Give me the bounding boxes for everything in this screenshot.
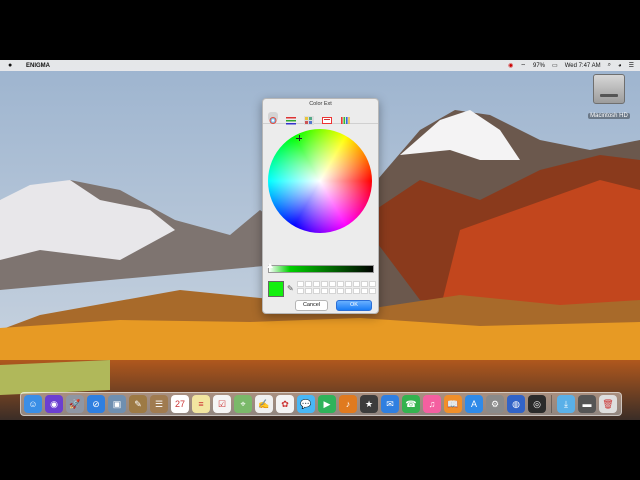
app-store-icon[interactable]: A: [465, 395, 483, 413]
saved-swatches: [297, 281, 376, 294]
reminders-icon[interactable]: ☑: [213, 395, 231, 413]
notification-center-icon[interactable]: ☰: [629, 62, 634, 69]
swatch-slot[interactable]: [313, 288, 320, 294]
textedit-icon[interactable]: ✍: [255, 395, 273, 413]
garageband-icon[interactable]: ♪: [339, 395, 357, 413]
swatch-slot[interactable]: [337, 281, 344, 287]
swatch-slot[interactable]: [369, 288, 376, 294]
crayons-tab-icon[interactable]: [340, 112, 350, 124]
wifi-icon[interactable]: ⌔: [520, 62, 526, 70]
downloads-folder-icon[interactable]: ⤓: [557, 395, 575, 413]
drive-label: Macintosh HD: [588, 113, 630, 119]
itunes-icon[interactable]: ♫: [423, 395, 441, 413]
battery-icon[interactable]: ▭: [552, 62, 558, 69]
color-palettes-tab-icon[interactable]: [304, 112, 314, 125]
current-color-swatch[interactable]: [268, 281, 284, 297]
user-avatar-icon[interactable]: ◕: [618, 63, 622, 69]
swatch-slot[interactable]: [321, 288, 328, 294]
mail-icon[interactable]: ✉: [381, 395, 399, 413]
system-preferences-icon[interactable]: ⚙: [486, 395, 504, 413]
maps-icon[interactable]: ⌖: [234, 395, 252, 413]
color-sliders-tab-icon[interactable]: [286, 112, 296, 124]
screen: ● ENIGMA ◉ ⌔ 97% ▭ Wed 7:47 AM ⌕ ◕ ☰ Mac…: [0, 60, 640, 420]
finder-icon[interactable]: ☺: [24, 395, 42, 413]
macintosh-hd-desktop-icon[interactable]: Macintosh HD: [586, 74, 632, 122]
safari-icon[interactable]: ⊘: [87, 395, 105, 413]
swatch-slot[interactable]: [313, 281, 320, 287]
photos-icon[interactable]: ✿: [276, 395, 294, 413]
disk-drive-icon[interactable]: ▬: [578, 395, 596, 413]
menu-bar: ● ENIGMA ◉ ⌔ 97% ▭ Wed 7:47 AM ⌕ ◕ ☰: [0, 60, 640, 71]
spotlight-search-icon[interactable]: ⌕: [608, 62, 611, 69]
app-menu-name[interactable]: ENIGMA: [26, 63, 50, 69]
facetime-2-icon[interactable]: ☎: [402, 395, 420, 413]
messages-icon[interactable]: 💬: [297, 395, 315, 413]
swatch-slot[interactable]: [305, 288, 312, 294]
apple-menu-icon[interactable]: ●: [8, 62, 18, 69]
app-blue-circle-icon[interactable]: ◍: [507, 395, 525, 413]
calendar-icon[interactable]: 27: [171, 395, 189, 413]
notes-brown-icon[interactable]: ✎: [129, 395, 147, 413]
swatch-slot[interactable]: [345, 281, 352, 287]
menu-clock[interactable]: Wed 7:47 AM: [565, 63, 601, 69]
contacts-icon[interactable]: ☰: [150, 395, 168, 413]
ibooks-icon[interactable]: 📖: [444, 395, 462, 413]
dock: ☺ ◉ 🚀 ⊘ ▣ ✎ ☰ 27 ≡ ☑ ⌖ ✍ ✿ 💬 ▶ ♪ ★ ✉ ☎ ♫ 📖 A ⚙ ◍ ◎ ⤓ ▬ 🗑: [20, 392, 622, 416]
color-wheel-cursor[interactable]: [296, 135, 302, 141]
launchpad-icon[interactable]: 🚀: [66, 395, 84, 413]
swatch-slot[interactable]: [361, 288, 368, 294]
notes-icon[interactable]: ≡: [192, 395, 210, 413]
swatch-slot[interactable]: [305, 281, 312, 287]
battery-percent[interactable]: 97%: [533, 63, 545, 69]
color-picker-window: Color Ext ✎ Cancel OK: [262, 98, 379, 314]
swatch-slot[interactable]: [353, 288, 360, 294]
hard-drive-icon: [593, 74, 625, 104]
swatch-slot[interactable]: [329, 281, 336, 287]
color-mode-toolbar: [263, 109, 378, 125]
photo-preview-icon[interactable]: ▣: [108, 395, 126, 413]
brightness-slider-thumb[interactable]: [267, 263, 273, 268]
trash-icon[interactable]: 🗑: [599, 395, 617, 413]
dock-separator: [551, 395, 552, 413]
eyedropper-icon[interactable]: ✎: [287, 284, 294, 293]
siri-icon[interactable]: ◉: [45, 395, 63, 413]
facetime-icon[interactable]: ▶: [318, 395, 336, 413]
color-wheel[interactable]: [268, 129, 372, 233]
swatch-slot[interactable]: [345, 288, 352, 294]
ok-button[interactable]: OK: [336, 300, 372, 311]
swatch-slot[interactable]: [297, 281, 304, 287]
imovie-icon[interactable]: ★: [360, 395, 378, 413]
color-wheel-tab-icon[interactable]: [268, 111, 278, 124]
swatch-slot[interactable]: [353, 281, 360, 287]
menu-bar-status-area: ◉ ⌔ 97% ▭ Wed 7:47 AM ⌕ ◕ ☰: [508, 60, 634, 71]
swatch-slot[interactable]: [297, 288, 304, 294]
record-status-icon[interactable]: ◉: [508, 62, 513, 69]
obs-icon[interactable]: ◎: [528, 395, 546, 413]
brightness-slider[interactable]: [268, 265, 374, 273]
cancel-button[interactable]: Cancel: [295, 300, 328, 311]
image-palettes-tab-icon[interactable]: [322, 112, 332, 124]
swatch-slot[interactable]: [369, 281, 376, 287]
swatch-slot[interactable]: [337, 288, 344, 294]
swatch-slot[interactable]: [329, 288, 336, 294]
window-title: Color Ext: [309, 101, 332, 107]
swatch-slot[interactable]: [361, 281, 368, 287]
color-wheel-area: [263, 124, 378, 254]
swatch-slot[interactable]: [321, 281, 328, 287]
